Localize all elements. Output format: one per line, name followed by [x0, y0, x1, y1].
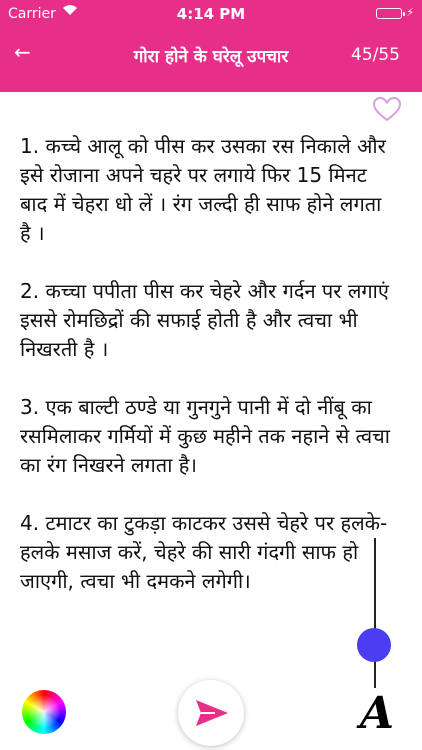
send-icon [196, 700, 228, 726]
status-time: 4:14 PM [176, 5, 246, 23]
font-size-slider-track[interactable] [374, 538, 376, 688]
battery-icon [376, 8, 405, 19]
remedy-paragraph: 3. एक बाल्टी ठण्डे या गुनगुने पानी में द… [20, 395, 390, 477]
share-button[interactable] [178, 680, 244, 746]
remedy-paragraph: 2. कच्चा पपीता पीस कर चेहरे और गर्दन पर … [20, 279, 389, 361]
favorite-heart-icon[interactable] [372, 96, 402, 122]
header-bar: Carrier 4:14 PM ⚡ ← गोरा होने के घरेलू उ… [0, 0, 422, 92]
status-bar: Carrier 4:14 PM ⚡ [0, 0, 422, 30]
font-size-slider-knob[interactable] [357, 628, 391, 662]
remedy-content: 1. कच्चे आलू को पीस कर उसका रस निकाले और… [20, 132, 398, 625]
charging-icon: ⚡ [406, 6, 414, 19]
remedy-paragraph: 1. कच्चे आलू को पीस कर उसका रस निकाले और… [20, 134, 386, 245]
page-counter: 45/55 [351, 45, 400, 65]
font-style-button[interactable]: A [352, 686, 402, 742]
color-picker-icon[interactable] [22, 690, 66, 734]
nav-bar: ← गोरा होने के घरेलू उपचार 45/55 [0, 36, 422, 76]
remedy-paragraph: 4. टमाटर का टुकड़ा काटकर उससे चेहरे पर ह… [20, 511, 388, 593]
